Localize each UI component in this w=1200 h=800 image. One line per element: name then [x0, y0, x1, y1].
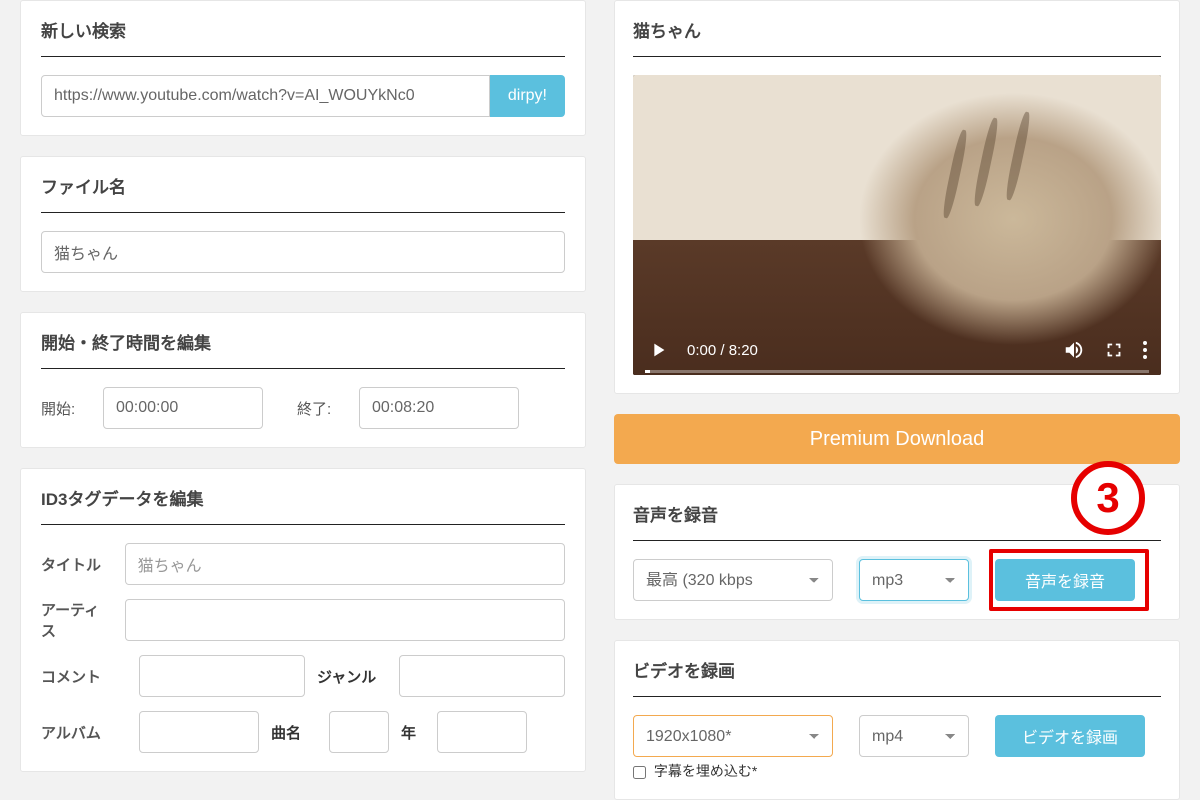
embed-subtitles-checkbox[interactable] — [633, 766, 646, 779]
filename-card: ファイル名 — [20, 156, 586, 292]
time-edit-title: 開始・終了時間を編集 — [41, 329, 565, 369]
audio-format-select[interactable]: mp3 — [859, 559, 969, 601]
video-preview-card: 猫ちゃん 0:00 / 8:20 — [614, 0, 1180, 394]
record-video-title: ビデオを録画 — [633, 657, 1161, 697]
id3-year-label: 年 — [401, 722, 425, 743]
time-edit-card: 開始・終了時間を編集 開始: 終了: — [20, 312, 586, 448]
id3-title-input[interactable] — [125, 543, 565, 585]
id3-card: ID3タグデータを編集 タイトル アーティス コメント ジャンル アルバム 曲名 — [20, 468, 586, 772]
id3-title-label: タイトル — [41, 554, 113, 575]
annotation-badge-3: 3 — [1071, 461, 1145, 535]
id3-comment-input[interactable] — [139, 655, 305, 697]
start-label: 開始: — [41, 398, 89, 419]
end-label: 終了: — [297, 398, 345, 419]
id3-track-label: 曲名 — [271, 722, 317, 743]
dirpy-button[interactable]: dirpy! — [490, 75, 565, 117]
embed-subtitles-label: 字幕を埋め込む* — [654, 763, 757, 779]
play-icon[interactable] — [647, 339, 669, 361]
id3-artist-label: アーティス — [41, 599, 113, 641]
video-time-display: 0:00 / 8:20 — [687, 342, 758, 359]
filename-title: ファイル名 — [41, 173, 565, 213]
record-audio-card: 3 音声を録音 最高 (320 kbps mp3 音声を録音 — [614, 484, 1180, 620]
video-format-select[interactable]: mp4 — [859, 715, 969, 757]
premium-download-button[interactable]: Premium Download — [614, 414, 1180, 464]
id3-album-label: アルバム — [41, 722, 127, 743]
id3-title: ID3タグデータを編集 — [41, 485, 565, 525]
id3-comment-label: コメント — [41, 666, 127, 687]
id3-year-input[interactable] — [437, 711, 527, 753]
search-title: 新しい検索 — [41, 17, 565, 57]
record-video-card: ビデオを録画 1920x1080* mp4 ビデオを録画 字幕を埋め込む* — [614, 640, 1180, 800]
video-progress-bar[interactable] — [645, 370, 1149, 373]
id3-genre-label: ジャンル — [317, 666, 387, 687]
volume-icon[interactable] — [1063, 339, 1085, 361]
audio-quality-select[interactable]: 最高 (320 kbps — [633, 559, 833, 601]
search-card: 新しい検索 dirpy! — [20, 0, 586, 136]
id3-track-input[interactable] — [329, 711, 389, 753]
record-audio-button[interactable]: 音声を録音 — [995, 559, 1135, 601]
start-time-input[interactable] — [103, 387, 263, 429]
more-icon[interactable] — [1143, 341, 1147, 359]
video-title: 猫ちゃん — [633, 17, 1161, 57]
url-input[interactable] — [41, 75, 490, 117]
record-video-button[interactable]: ビデオを録画 — [995, 715, 1145, 757]
id3-artist-input[interactable] — [125, 599, 565, 641]
filename-input[interactable] — [41, 231, 565, 273]
end-time-input[interactable] — [359, 387, 519, 429]
fullscreen-icon[interactable] — [1103, 339, 1125, 361]
video-player[interactable]: 0:00 / 8:20 — [633, 75, 1161, 375]
id3-genre-input[interactable] — [399, 655, 565, 697]
id3-album-input[interactable] — [139, 711, 259, 753]
video-resolution-select[interactable]: 1920x1080* — [633, 715, 833, 757]
